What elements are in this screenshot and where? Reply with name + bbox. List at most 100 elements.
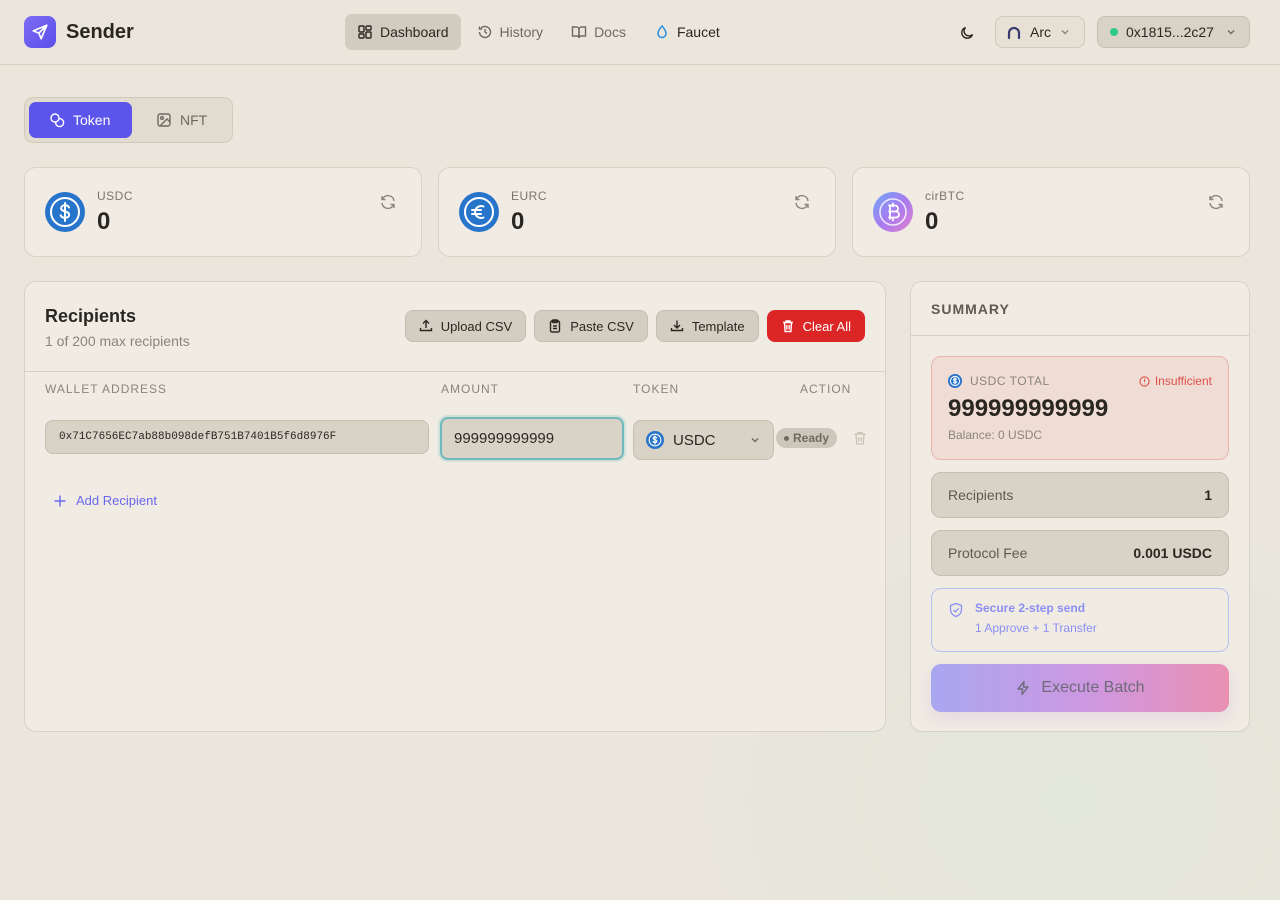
- nav-docs-label: Docs: [594, 24, 626, 40]
- shield-check-icon: [949, 602, 963, 618]
- balance-card-eurc: EURC 0: [438, 167, 836, 257]
- recipients-actions: Upload CSV Paste CSV Template Clear All: [404, 310, 865, 342]
- wallet-address: 0x1815...2c27: [1126, 24, 1214, 40]
- clear-all-label: Clear All: [802, 318, 851, 334]
- coins-icon: [50, 113, 65, 128]
- chevron-down-icon: [1061, 30, 1069, 35]
- upload-icon: [419, 319, 432, 332]
- paste-csv-label: Paste CSV: [570, 318, 634, 334]
- moon-icon: [961, 26, 974, 39]
- protocol-fee-row: Protocol Fee 0.001 USDC: [931, 530, 1229, 576]
- dashboard-icon: [358, 25, 372, 39]
- secure-title: Secure 2-step send: [975, 601, 1086, 615]
- total-value: 999999999999: [948, 395, 1109, 422]
- connected-status-dot: [1110, 28, 1118, 36]
- balance-value: 0: [511, 208, 525, 235]
- insufficient-label: Insufficient: [1154, 374, 1212, 388]
- tab-nft-label: NFT: [180, 112, 208, 128]
- status-badge: Ready: [776, 428, 838, 448]
- divider: [911, 335, 1249, 336]
- wallet-address-input[interactable]: 0x71C7656EC7ab88b098defB751B7401B5f6d897…: [45, 420, 429, 454]
- delete-row-icon[interactable]: [852, 430, 868, 446]
- app-name: Sender: [66, 20, 134, 43]
- history-icon: [478, 25, 491, 39]
- secure-send-info: Secure 2-step send 1 Approve + 1 Transfe…: [931, 588, 1229, 652]
- lightning-icon: [1017, 680, 1030, 696]
- insufficient-warning: Insufficient: [1139, 374, 1212, 388]
- total-box: USDC TOTAL Insufficient 999999999999 Bal…: [931, 356, 1229, 460]
- add-recipient-button[interactable]: Add Recipient: [53, 493, 157, 508]
- template-label: Template: [691, 318, 745, 334]
- recipients-subtitle: 1 of 200 max recipients: [45, 333, 190, 349]
- recipients-count-label: Recipients: [948, 487, 1014, 503]
- template-button[interactable]: Template: [655, 310, 759, 342]
- token-select-value: USDC: [673, 431, 716, 449]
- trash-icon: [782, 320, 793, 333]
- nav-dashboard-label: Dashboard: [380, 24, 449, 40]
- brand[interactable]: Sender: [24, 16, 134, 48]
- tab-token[interactable]: Token: [29, 102, 132, 138]
- status-dot: [784, 435, 789, 441]
- upload-csv-button[interactable]: Upload CSV: [404, 310, 527, 342]
- clipboard-icon: [550, 319, 561, 333]
- balance-symbol: EURC: [511, 189, 548, 203]
- usdc-coin-icon: [948, 374, 962, 388]
- nav-docs[interactable]: Docs: [559, 14, 638, 50]
- balance-value: 0: [97, 208, 111, 235]
- main-nav: Dashboard History Docs Faucet: [345, 14, 736, 50]
- total-label-text: USDC TOTAL: [970, 374, 1050, 388]
- chevron-down-icon: [751, 438, 759, 443]
- nav-faucet[interactable]: Faucet: [642, 14, 732, 50]
- execute-batch-button[interactable]: Execute Batch: [931, 664, 1229, 712]
- balance-symbol: USDC: [97, 189, 134, 203]
- asset-type-tabs: Token NFT: [24, 97, 233, 143]
- theme-toggle-button[interactable]: [955, 21, 979, 45]
- total-label: USDC TOTAL: [948, 374, 1050, 388]
- token-select[interactable]: USDC: [633, 420, 774, 460]
- paste-csv-button[interactable]: Paste CSV: [534, 310, 648, 342]
- btc-coin-icon: [873, 192, 913, 232]
- recipients-title: Recipients: [45, 306, 137, 326]
- nav-dashboard[interactable]: Dashboard: [345, 14, 461, 50]
- secure-detail: 1 Approve + 1 Transfer: [975, 621, 1097, 635]
- droplet-icon: [657, 24, 667, 39]
- summary-heading: SUMMARY: [931, 301, 1010, 317]
- add-recipient-label: Add Recipient: [76, 493, 157, 508]
- image-icon: [157, 113, 171, 127]
- clear-all-button[interactable]: Clear All: [766, 310, 865, 342]
- network-selector[interactable]: Arc: [995, 16, 1085, 48]
- balance-card-usdc: USDC 0: [24, 167, 422, 257]
- column-header-token: TOKEN: [633, 382, 680, 396]
- recipients-panel: Recipients 1 of 200 max recipients Uploa…: [24, 281, 886, 732]
- arc-network-icon: [1007, 26, 1021, 40]
- execute-batch-label: Execute Batch: [1041, 679, 1145, 696]
- status-label: Ready: [793, 431, 830, 445]
- alert-circle-icon: [1139, 375, 1150, 387]
- top-header: Sender Dashboard History Docs Faucet Arc…: [0, 0, 1280, 65]
- recipients-count-value: 1: [1204, 487, 1212, 503]
- wallet-button[interactable]: 0x1815...2c27: [1097, 16, 1250, 48]
- usdc-coin-icon: [45, 192, 85, 232]
- recipients-count-row: Recipients 1: [931, 472, 1229, 518]
- balance-value: 0: [925, 208, 939, 235]
- paper-plane-logo-icon: [24, 16, 56, 48]
- refresh-icon[interactable]: [1207, 193, 1225, 211]
- refresh-icon[interactable]: [793, 193, 811, 211]
- nav-history-label: History: [499, 24, 544, 40]
- refresh-icon[interactable]: [379, 193, 397, 211]
- chevron-down-icon: [1227, 30, 1235, 35]
- tab-nft[interactable]: NFT: [136, 102, 227, 138]
- nav-faucet-label: Faucet: [676, 24, 720, 40]
- divider: [25, 371, 885, 372]
- tab-token-label: Token: [73, 112, 111, 128]
- eurc-coin-icon: [459, 192, 499, 232]
- column-header-wallet: WALLET ADDRESS: [45, 382, 168, 396]
- download-icon: [670, 320, 684, 332]
- amount-input[interactable]: 999999999999: [440, 417, 624, 460]
- usdc-coin-icon: [646, 431, 664, 449]
- nav-history[interactable]: History: [465, 14, 556, 50]
- book-icon: [571, 26, 587, 39]
- plus-icon: [54, 495, 66, 506]
- balance-note: Balance: 0 USDC: [948, 428, 1043, 442]
- column-header-amount: AMOUNT: [441, 382, 499, 396]
